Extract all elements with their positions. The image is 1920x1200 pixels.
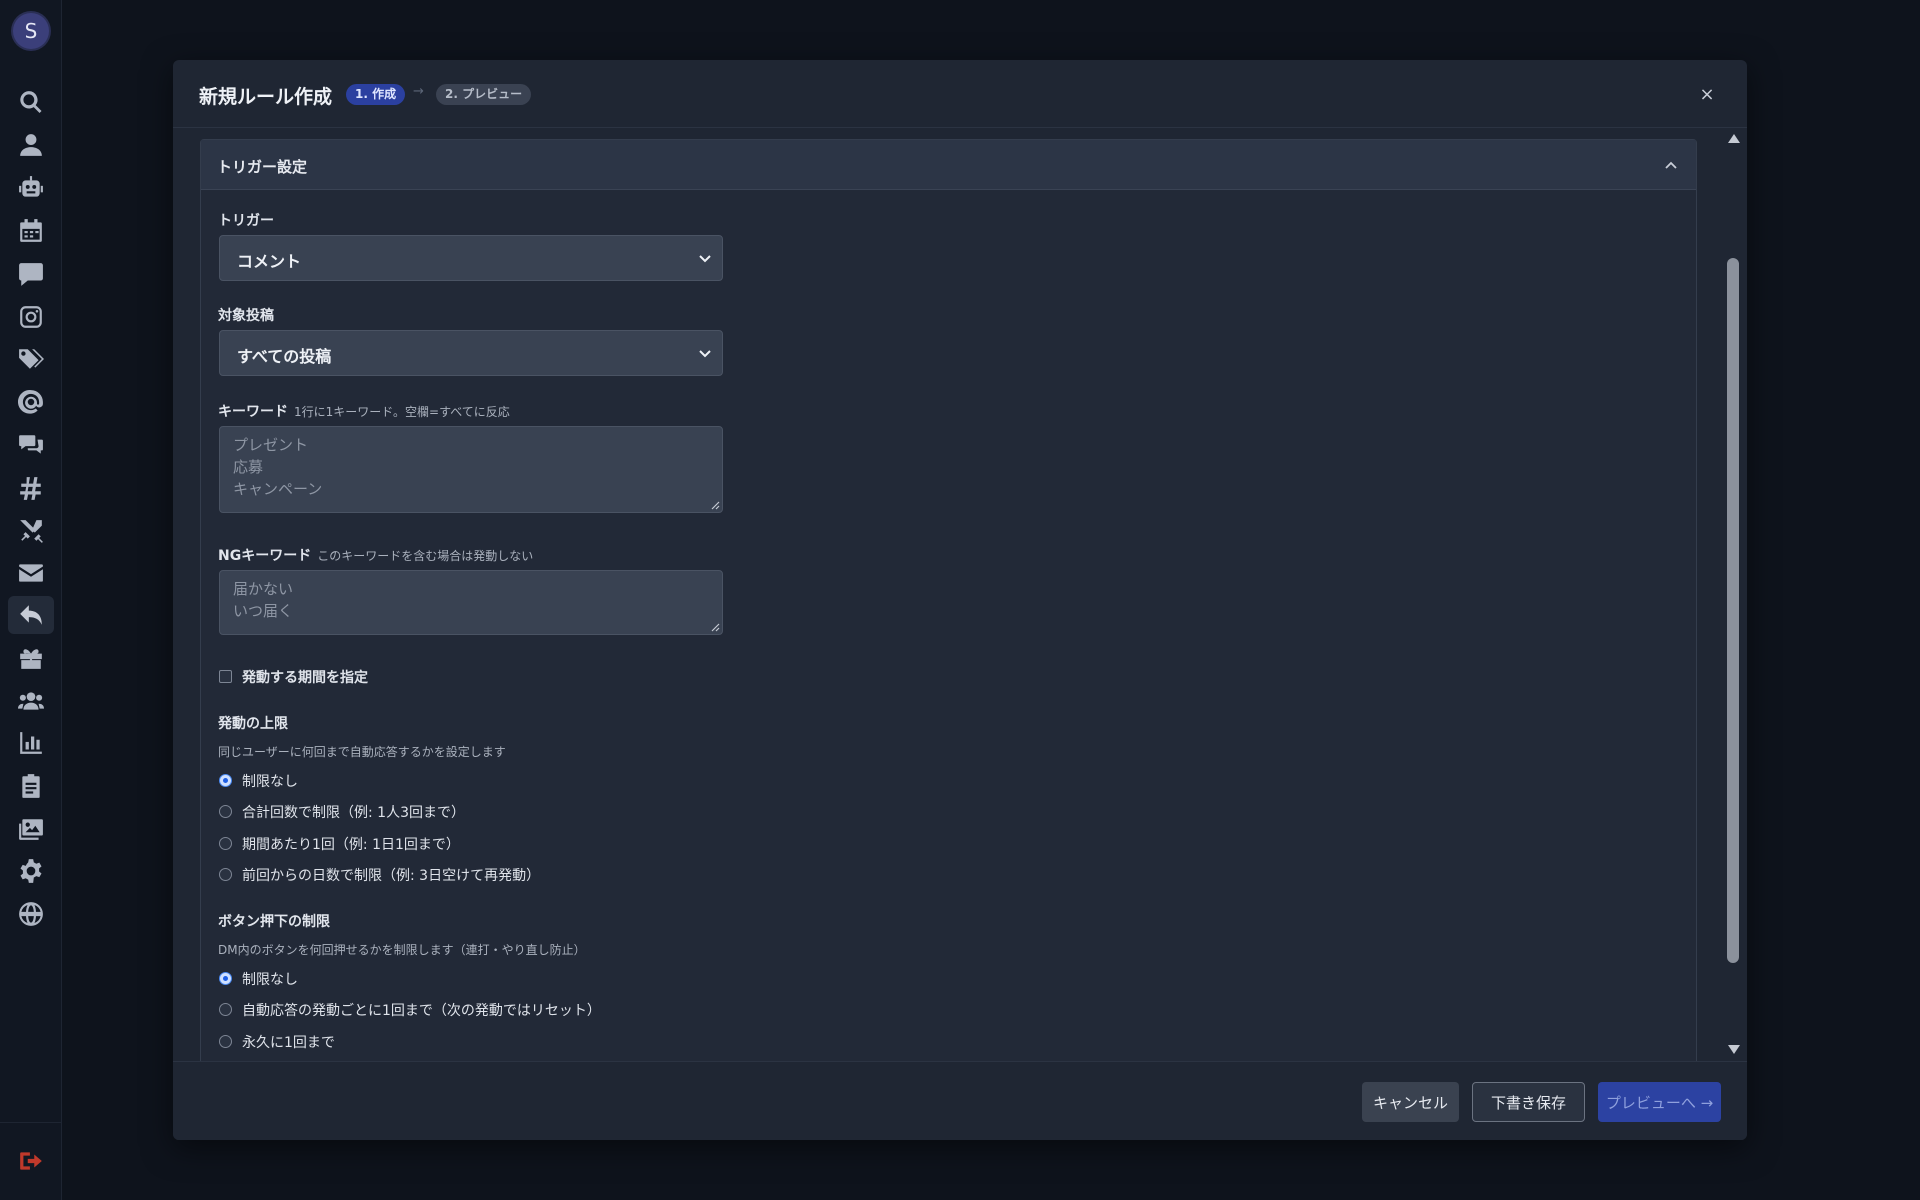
button-limit-radio-none[interactable] bbox=[219, 972, 232, 985]
modal-footer: キャンセル 下書き保存 プレビューへ → bbox=[173, 1061, 1747, 1140]
user-icon[interactable] bbox=[8, 126, 54, 164]
comments-icon[interactable] bbox=[8, 426, 54, 464]
avatar[interactable]: S bbox=[13, 13, 49, 49]
step-arrow: → bbox=[413, 84, 424, 99]
limit-label: 発動の上限 bbox=[218, 716, 288, 732]
limit-option-label[interactable]: 制限なし bbox=[242, 771, 298, 791]
limit-option-label[interactable]: 期間あたり1回（例: 1日1回まで） bbox=[242, 834, 460, 854]
ng-keyword-hint: このキーワードを含む場合は発動しない bbox=[317, 549, 534, 563]
modal-title: 新規ルール作成 bbox=[199, 86, 333, 108]
search-icon[interactable] bbox=[8, 83, 54, 121]
trigger-settings-section: トリガー設定 トリガー コメント 対象投稿 すべての投稿 キーワード 1行に1キー… bbox=[200, 139, 1697, 1121]
scroll-down-icon[interactable] bbox=[1728, 1045, 1740, 1054]
button-limit-option-label[interactable]: 制限なし bbox=[242, 969, 298, 989]
ng-keyword-label-text: NGキーワード bbox=[218, 548, 312, 564]
save-draft-button[interactable]: 下書き保存 bbox=[1472, 1082, 1585, 1122]
keyword-label: キーワード 1行に1キーワード。空欄=すべてに反応 bbox=[218, 401, 510, 421]
trigger-select[interactable]: コメント bbox=[219, 235, 723, 281]
sidebar-divider bbox=[0, 1122, 62, 1123]
instagram-icon[interactable] bbox=[8, 298, 54, 336]
scroll-thumb[interactable] bbox=[1727, 258, 1739, 963]
button-limit-description: DM内のボタンを何回押せるかを制限します（連打・やり直し防止） bbox=[218, 943, 586, 957]
close-icon: × bbox=[1699, 83, 1715, 105]
resize-handle-icon[interactable] bbox=[711, 501, 720, 510]
modal-body: トリガー設定 トリガー コメント 対象投稿 すべての投稿 キーワード 1行に1キー… bbox=[173, 129, 1747, 1121]
hashtag-icon[interactable] bbox=[8, 469, 54, 507]
section-title: トリガー設定 bbox=[217, 158, 308, 176]
limit-description: 同じユーザーに何回まで自動応答するかを設定します bbox=[218, 745, 506, 759]
keyword-placeholder-line: キャンペーン bbox=[233, 480, 323, 498]
cancel-button[interactable]: キャンセル bbox=[1362, 1082, 1459, 1122]
period-checkbox[interactable] bbox=[219, 670, 232, 683]
tags-icon[interactable] bbox=[8, 340, 54, 378]
button-limit-label: ボタン押下の制限 bbox=[218, 914, 330, 930]
globe-icon[interactable] bbox=[8, 895, 54, 933]
reply-icon[interactable] bbox=[8, 596, 54, 634]
sidebar: S bbox=[0, 0, 62, 1200]
logout-icon[interactable] bbox=[8, 1142, 54, 1180]
scroll-up-icon[interactable] bbox=[1728, 134, 1740, 143]
robot-icon[interactable] bbox=[8, 169, 54, 207]
ng-keyword-placeholder-line: 届かない bbox=[233, 580, 294, 598]
limit-option-label[interactable]: 合計回数で制限（例: 1人3回まで） bbox=[242, 802, 465, 822]
chevron-down-icon bbox=[699, 350, 711, 358]
clipboard-icon[interactable] bbox=[8, 767, 54, 805]
limit-radio-period[interactable] bbox=[219, 837, 232, 850]
chevron-up-icon[interactable] bbox=[1664, 158, 1678, 172]
modal-scrollbar[interactable] bbox=[1726, 130, 1740, 1060]
button-limit-option-label[interactable]: 永久に1回まで bbox=[242, 1032, 335, 1052]
images-icon[interactable] bbox=[8, 810, 54, 848]
target-post-select[interactable]: すべての投稿 bbox=[219, 330, 723, 376]
button-limit-option-label[interactable]: 自動応答の発動ごとに1回まで（次の発動ではリセット） bbox=[242, 1000, 601, 1020]
avatar-letter: S bbox=[24, 19, 38, 43]
ng-keyword-placeholder-line: いつ届く bbox=[233, 602, 294, 620]
trigger-label: トリガー bbox=[218, 213, 274, 229]
step-create-badge: 1. 作成 bbox=[346, 84, 406, 105]
target-post-select-value: すべての投稿 bbox=[237, 347, 332, 366]
resize-handle-icon[interactable] bbox=[711, 623, 720, 632]
envelope-icon[interactable] bbox=[8, 554, 54, 592]
close-button[interactable]: × bbox=[1695, 82, 1719, 106]
ng-keyword-textarea[interactable]: 届かない いつ届く bbox=[219, 570, 723, 635]
comment-icon[interactable] bbox=[8, 255, 54, 293]
keyword-placeholder-line: プレゼント bbox=[233, 436, 309, 454]
rule-create-modal: 新規ルール作成 1. 作成 → 2. プレビュー × トリガー設定 トリガー コ… bbox=[173, 60, 1747, 1140]
preview-button[interactable]: プレビューへ → bbox=[1598, 1082, 1721, 1122]
ng-keyword-label: NGキーワード このキーワードを含む場合は発動しない bbox=[218, 545, 533, 565]
gear-icon[interactable] bbox=[8, 852, 54, 890]
limit-option-label[interactable]: 前回からの日数で制限（例: 3日空けて再発動） bbox=[242, 865, 540, 885]
swords-icon[interactable] bbox=[8, 512, 54, 550]
button-limit-radio-once[interactable] bbox=[219, 1035, 232, 1048]
at-icon[interactable] bbox=[8, 383, 54, 421]
period-checkbox-label[interactable]: 発動する期間を指定 bbox=[242, 667, 368, 687]
keyword-label-text: キーワード bbox=[218, 404, 288, 420]
gift-icon[interactable] bbox=[8, 639, 54, 677]
modal-header: 新規ルール作成 1. 作成 → 2. プレビュー × bbox=[173, 60, 1747, 128]
keyword-textarea[interactable]: プレゼント 応募 キャンペーン bbox=[219, 426, 723, 513]
step-preview-badge: 2. プレビュー bbox=[436, 84, 532, 105]
limit-radio-none[interactable] bbox=[219, 774, 232, 787]
chevron-down-icon bbox=[699, 255, 711, 263]
users-icon[interactable] bbox=[8, 682, 54, 720]
calendar-icon[interactable] bbox=[8, 212, 54, 250]
target-post-label: 対象投稿 bbox=[218, 308, 274, 324]
keyword-placeholder-line: 応募 bbox=[233, 458, 264, 476]
section-header[interactable]: トリガー設定 bbox=[201, 140, 1696, 190]
limit-radio-days[interactable] bbox=[219, 868, 232, 881]
button-limit-radio-per-trigger[interactable] bbox=[219, 1003, 232, 1016]
chart-icon[interactable] bbox=[8, 724, 54, 762]
trigger-select-value: コメント bbox=[237, 252, 302, 271]
limit-radio-total[interactable] bbox=[219, 805, 232, 818]
keyword-hint: 1行に1キーワード。空欄=すべてに反応 bbox=[294, 405, 510, 419]
